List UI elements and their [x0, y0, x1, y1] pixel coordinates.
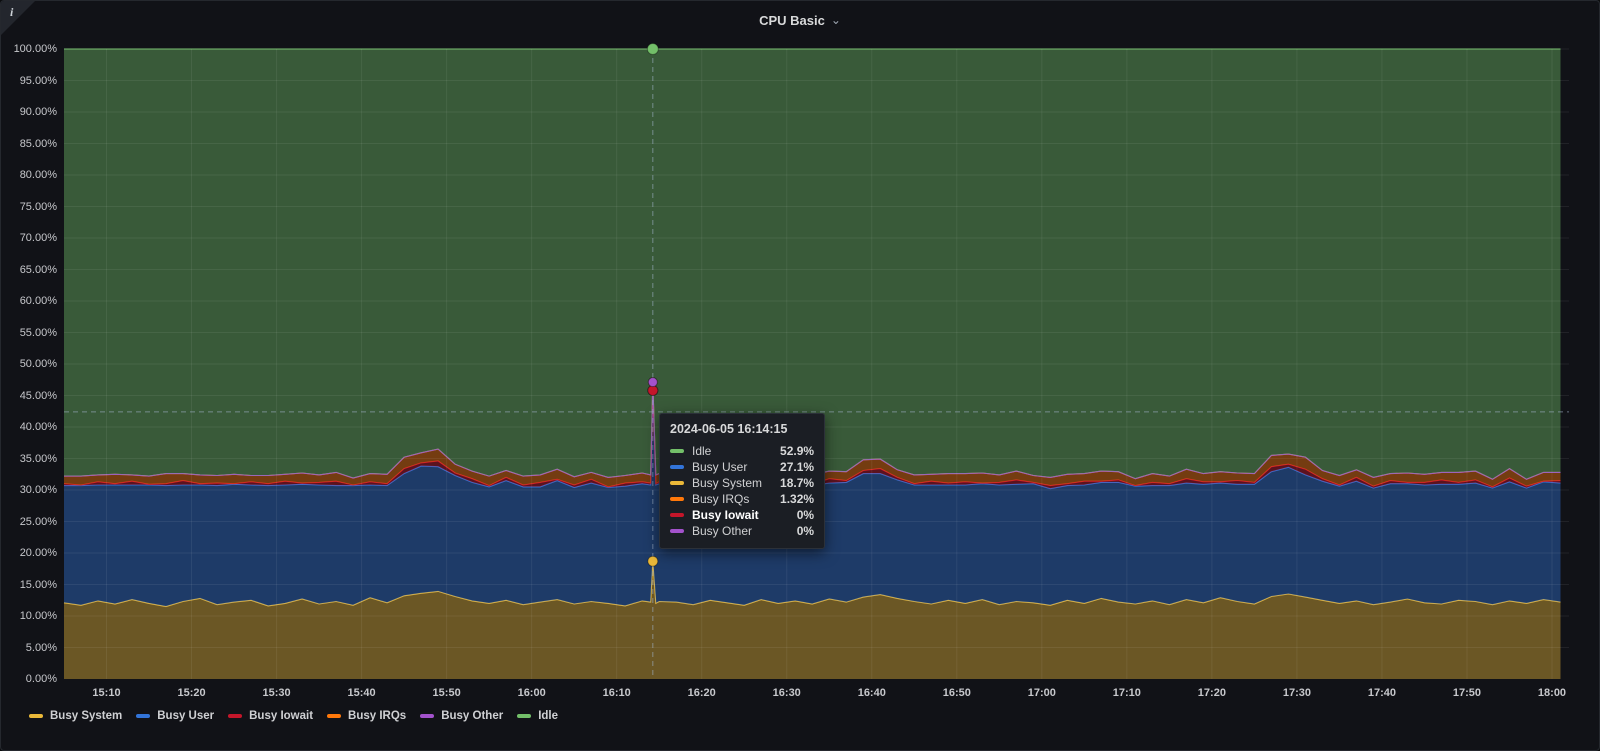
series-swatch-icon [228, 714, 243, 718]
tooltip-series-label: Busy System [692, 476, 763, 490]
panel-title: CPU Basic [759, 12, 825, 28]
y-axis-label: 20.00% [19, 547, 57, 559]
x-axis-label: 17:40 [1367, 687, 1397, 699]
y-axis-label: 10.00% [19, 610, 57, 622]
tooltip-series-label: Busy Iowait [692, 508, 759, 522]
tooltip-series-label: Busy User [692, 460, 748, 474]
y-axis-label: 30.00% [19, 484, 57, 496]
series-swatch-icon [670, 465, 684, 469]
y-axis-label: 55.00% [19, 326, 57, 339]
y-axis-label: 5.00% [25, 641, 57, 654]
x-axis-label: 17:20 [1197, 687, 1226, 699]
legend-item-busy-irqs[interactable]: Busy IRQs [327, 710, 406, 722]
y-axis-label: 40.00% [19, 421, 57, 433]
y-axis-label: 70.00% [19, 232, 57, 244]
y-axis-label: 35.00% [19, 452, 57, 465]
legend-label: Busy User [157, 710, 215, 722]
y-axis-label: 15.00% [19, 578, 57, 591]
tooltip-row-busy-other: Busy Other 0% [670, 523, 814, 539]
y-axis-label: 60.00% [19, 295, 57, 307]
series-swatch-icon [670, 513, 684, 517]
tooltip-row-busy-system: Busy System 18.7% [670, 475, 814, 491]
x-axis-label: 17:10 [1112, 687, 1141, 699]
y-axis-label: 75.00% [19, 200, 57, 213]
y-axis-label: 80.00% [19, 169, 57, 181]
tooltip-series-value: 1.32% [780, 492, 815, 506]
series-swatch-icon [670, 449, 684, 453]
x-axis-label: 17:30 [1282, 687, 1311, 699]
x-axis-label: 15:20 [177, 687, 206, 699]
series-swatch-icon [136, 714, 151, 718]
x-axis-label: 15:50 [432, 687, 461, 699]
legend-label: Idle [538, 710, 559, 722]
x-axis-label: 16:10 [602, 687, 631, 699]
series-swatch-icon [517, 714, 532, 718]
tooltip-series-value: 0% [796, 524, 815, 538]
x-axis-label: 17:00 [1027, 687, 1056, 699]
tooltip-row-busy-user: Busy User 27.1% [670, 459, 814, 475]
y-axis-label: 85.00% [19, 137, 57, 150]
tooltip-row-busy-iowait: Busy Iowait 0% [670, 507, 814, 523]
tooltip-timestamp: 2024-06-05 16:14:15 [670, 422, 788, 436]
series-swatch-icon [670, 481, 684, 485]
legend-item-busy-other[interactable]: Busy Other [420, 710, 503, 722]
x-axis-label: 16:30 [772, 687, 801, 699]
chevron-down-icon: ⌄ [830, 13, 841, 27]
x-axis-label: 16:20 [687, 687, 716, 699]
cpu-basic-panel: i CPU Basic ⌄ 0.00% 5.00% 10.00% 15.00% 20.0… [0, 0, 1600, 751]
legend-item-idle[interactable]: Idle [517, 710, 558, 722]
x-axis-label: 16:00 [517, 687, 546, 699]
y-axis-label: 90.00% [19, 106, 57, 118]
hover-point-idle [646, 43, 659, 55]
x-axis-label: 15:30 [262, 687, 291, 699]
series-swatch-icon [420, 714, 435, 718]
tooltip-series-value: 18.7% [780, 476, 815, 490]
y-axis-label: 45.00% [19, 389, 57, 402]
series-swatch-icon [670, 529, 684, 533]
tooltip-series-value: 52.9% [780, 444, 815, 458]
hover-point-busy-other [647, 377, 658, 388]
x-axis-label: 15:10 [92, 687, 121, 699]
legend-item-busy-iowait[interactable]: Busy Iowait [228, 710, 313, 722]
y-axis-label: 65.00% [19, 263, 57, 276]
series-swatch-icon [670, 497, 684, 501]
y-axis-label: 25.00% [19, 515, 57, 528]
y-axis-label: 50.00% [19, 358, 57, 370]
tooltip-row-idle: Idle 52.9% [670, 443, 814, 459]
legend: Busy System Busy User Busy Iowait Busy IRQs… [29, 710, 572, 722]
tooltip-series-label: Busy IRQs [692, 492, 750, 506]
x-axis-label: 18:00 [1537, 687, 1567, 699]
legend-item-busy-user[interactable]: Busy User [136, 710, 214, 722]
x-axis-label: 16:50 [942, 687, 971, 699]
tooltip-series-label: Busy Other [692, 524, 753, 538]
tooltip-row-busy-irqs: Busy IRQs 1.32% [670, 491, 814, 507]
y-axis-label: 100.00% [13, 43, 57, 55]
y-axis-label: 0.00% [25, 673, 57, 685]
tooltip-series-value: 0% [796, 508, 815, 522]
series-swatch-icon [29, 714, 43, 718]
hover-tooltip: 2024-06-05 16:14:15 Idle 52.9% Busy User 27… [659, 413, 826, 549]
x-axis-label: 15:40 [347, 687, 376, 699]
tooltip-series-label: Idle [692, 444, 712, 458]
hover-point-busy-system [647, 555, 659, 567]
tooltip-series-value: 27.1% [780, 460, 815, 474]
legend-item-busy-system[interactable]: Busy System [29, 710, 122, 722]
x-axis-label: 16:40 [857, 687, 886, 699]
panel-title-menu[interactable]: CPU Basic ⌄ [1, 1, 1599, 39]
chart-canvas[interactable] [63, 43, 1569, 679]
series-swatch-icon [327, 714, 342, 718]
y-axis-label: 95.00% [19, 74, 57, 87]
legend-label: Busy Iowait [249, 710, 314, 722]
legend-label: Busy IRQs [348, 710, 407, 722]
legend-label: Busy Other [441, 710, 504, 722]
x-axis-label: 17:50 [1452, 687, 1482, 699]
legend-label: Busy System [50, 710, 123, 722]
